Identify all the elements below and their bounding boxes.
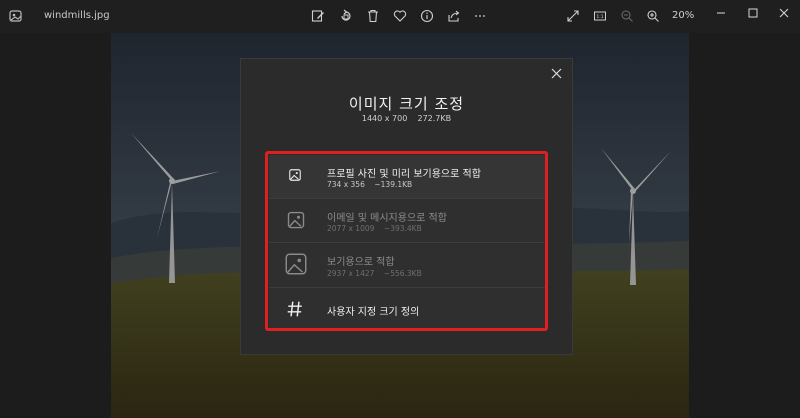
more-icon[interactable] bbox=[473, 9, 487, 23]
fullscreen-icon[interactable] bbox=[566, 9, 580, 23]
hash-icon bbox=[285, 299, 305, 319]
original-size-info: 1440 x 700 272.7KB bbox=[361, 114, 452, 123]
minimize-button[interactable] bbox=[710, 4, 732, 22]
option-detail: 2077 x 1009 ~393.4KB bbox=[327, 224, 422, 233]
image-large-icon bbox=[283, 251, 309, 277]
option-profile-preview[interactable]: 프로필 사진 및 미리 보기용으로 적합 734 x 356 ~139.1KB bbox=[269, 155, 545, 198]
edit-icon[interactable] bbox=[311, 9, 325, 23]
delete-icon[interactable] bbox=[366, 9, 380, 23]
info-icon[interactable] bbox=[420, 9, 434, 23]
resize-options: 프로필 사진 및 미리 보기용으로 적합 734 x 356 ~139.1KB … bbox=[269, 155, 545, 330]
zoom-level: 20% bbox=[672, 10, 695, 21]
actual-size-icon[interactable]: 1:1 bbox=[593, 9, 607, 23]
option-custom-size[interactable]: 사용자 지정 크기 정의 bbox=[269, 288, 545, 330]
file-name: windmills.jpg bbox=[44, 10, 110, 21]
zoom-out-icon[interactable] bbox=[620, 9, 634, 23]
title-bar: windmills.jpg 1:1 20% bbox=[0, 0, 800, 33]
option-viewing[interactable]: 보기용으로 적합 2937 x 1427 ~556.3KB bbox=[269, 243, 545, 287]
option-label: 이메일 및 메시지용으로 적합 bbox=[327, 213, 447, 224]
option-detail: 734 x 356 ~139.1KB bbox=[327, 180, 413, 189]
resize-dialog: 이미지 크기 조정 1440 x 700 272.7KB 프로필 사진 및 미리… bbox=[240, 58, 573, 355]
option-detail: 2937 x 1427 ~556.3KB bbox=[327, 269, 422, 278]
svg-text:1:1: 1:1 bbox=[596, 14, 603, 20]
close-window-button[interactable] bbox=[773, 4, 795, 22]
share-icon[interactable] bbox=[447, 9, 461, 23]
option-email-message[interactable]: 이메일 및 메시지용으로 적합 2077 x 1009 ~393.4KB bbox=[269, 199, 545, 242]
rotate-icon[interactable] bbox=[339, 9, 353, 23]
option-label: 사용자 지정 크기 정의 bbox=[327, 307, 420, 318]
heart-icon[interactable] bbox=[393, 9, 407, 23]
image-small-icon bbox=[287, 167, 303, 183]
option-label: 프로필 사진 및 미리 보기용으로 적합 bbox=[327, 169, 481, 180]
option-label: 보기용으로 적합 bbox=[327, 257, 395, 268]
close-icon[interactable] bbox=[548, 65, 564, 81]
image-medium-icon bbox=[285, 209, 307, 231]
zoom-in-icon[interactable] bbox=[646, 9, 660, 23]
app-icon[interactable] bbox=[8, 8, 24, 24]
maximize-button[interactable] bbox=[742, 4, 764, 22]
dialog-title: 이미지 크기 조정 bbox=[348, 95, 465, 113]
